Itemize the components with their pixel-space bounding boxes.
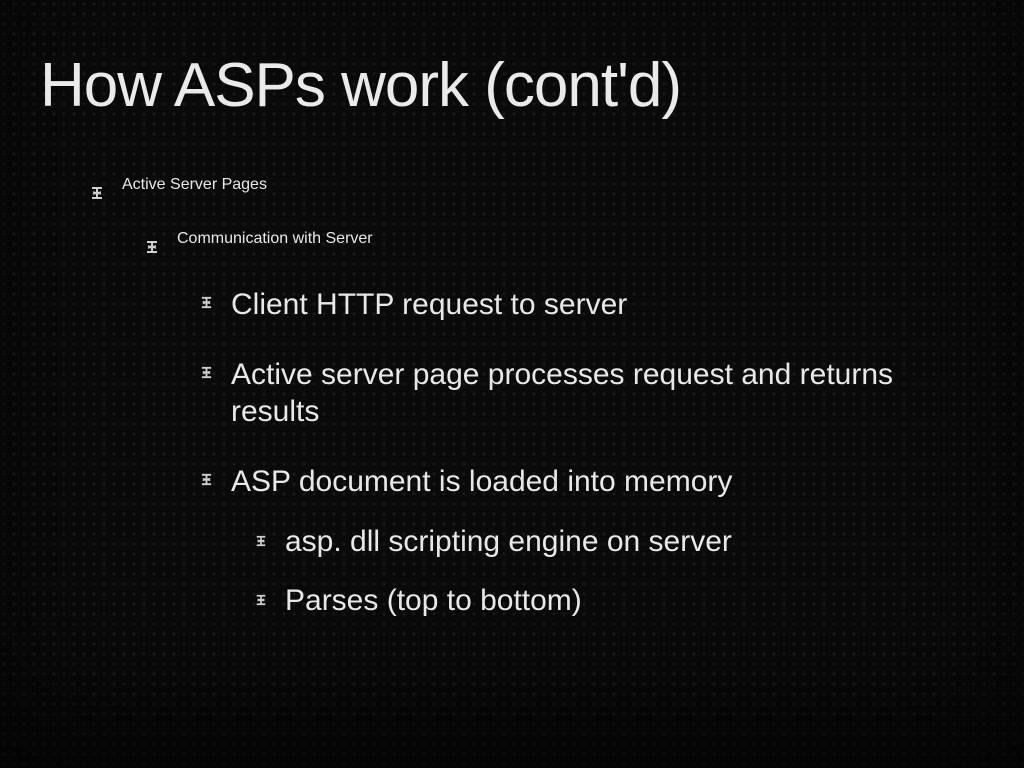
bullet-level-3: Client HTTP request to server Active ser… bbox=[145, 286, 984, 618]
bullet-icon bbox=[200, 473, 213, 486]
item-text: ASP document is loaded into memory bbox=[231, 463, 732, 501]
bullet-icon bbox=[145, 240, 159, 254]
list-item: Active Server Pages bbox=[90, 176, 984, 200]
list-item: Client HTTP request to server bbox=[200, 286, 984, 324]
item-text: Parses (top to bottom) bbox=[285, 584, 582, 618]
list-item: Active server page processes request and… bbox=[200, 356, 984, 431]
bullet-icon bbox=[255, 594, 267, 606]
list-item: Communication with Server bbox=[145, 230, 984, 254]
list-item: Parses (top to bottom) bbox=[255, 584, 984, 618]
item-text: asp. dll scripting engine on server bbox=[285, 525, 732, 559]
bullet-icon bbox=[200, 366, 213, 379]
slide-content: Active Server Pages Communication with S… bbox=[40, 176, 984, 618]
list-item: asp. dll scripting engine on server bbox=[255, 525, 984, 559]
bullet-icon bbox=[90, 186, 104, 200]
bullet-icon bbox=[255, 535, 267, 547]
item-text: Active server page processes request and… bbox=[231, 356, 984, 431]
item-text: Active Server Pages bbox=[122, 176, 267, 194]
presentation-slide: How ASPs work (cont'd) Active Server Pag… bbox=[0, 0, 1024, 768]
list-item: ASP document is loaded into memory bbox=[200, 463, 984, 501]
bullet-level-2: Communication with Server Client HTTP re… bbox=[90, 230, 984, 618]
bullet-level-1: Active Server Pages Communication with S… bbox=[90, 176, 984, 618]
slide-title: How ASPs work (cont'd) bbox=[40, 50, 984, 121]
item-text: Client HTTP request to server bbox=[231, 286, 627, 324]
bullet-level-4: asp. dll scripting engine on server Pars… bbox=[200, 525, 984, 618]
bullet-icon bbox=[200, 296, 213, 309]
item-text: Communication with Server bbox=[177, 230, 373, 248]
